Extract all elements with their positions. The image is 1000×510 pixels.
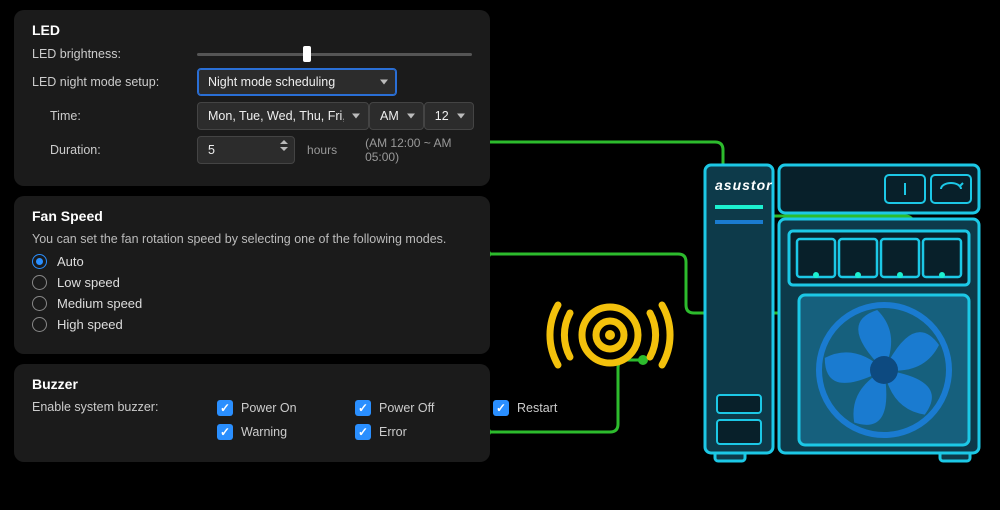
slider-thumb[interactable]	[303, 46, 311, 62]
checkbox-icon: ✓	[217, 400, 233, 416]
duration-unit: hours	[307, 143, 337, 157]
radio-icon	[32, 317, 47, 332]
led-brightness-slider[interactable]	[197, 46, 472, 62]
radio-icon	[32, 254, 47, 269]
buzzer-check-error[interactable]: ✓ Error	[355, 424, 475, 440]
checkbox-icon: ✓	[355, 424, 371, 440]
check-label: Warning	[241, 425, 287, 439]
nas-device: asustor	[705, 165, 979, 461]
fan-panel: Fan Speed You can set the fan rotation s…	[14, 196, 490, 354]
buzzer-check-power-on[interactable]: ✓ Power On	[217, 400, 337, 416]
slider-track	[197, 53, 472, 56]
stepper-arrows[interactable]	[280, 140, 288, 151]
chevron-down-icon	[280, 147, 288, 151]
fan-title: Fan Speed	[32, 208, 472, 224]
duration-hint: (AM 12:00 ~ AM 05:00)	[365, 136, 472, 164]
hour-value: 12	[435, 109, 449, 123]
led-brightness-label: LED brightness:	[32, 47, 197, 61]
fan-option-auto[interactable]: Auto	[32, 254, 472, 269]
buzzer-enable-label: Enable system buzzer:	[32, 400, 217, 414]
led-panel: LED LED brightness: LED night mode setup…	[14, 10, 490, 186]
fan-option-label: Auto	[57, 254, 84, 269]
fan-option-high[interactable]: High speed	[32, 317, 472, 332]
check-label: Error	[379, 425, 407, 439]
fan-desc: You can set the fan rotation speed by se…	[32, 232, 472, 246]
fan-option-label: Low speed	[57, 275, 120, 290]
checkbox-icon: ✓	[355, 400, 371, 416]
chevron-down-icon	[457, 114, 465, 119]
fan-option-low[interactable]: Low speed	[32, 275, 472, 290]
chevron-up-icon	[280, 140, 288, 144]
radio-icon	[32, 296, 47, 311]
buzzer-panel: Buzzer Enable system buzzer: ✓ Power On …	[14, 364, 490, 462]
buzzer-check-warning[interactable]: ✓ Warning	[217, 424, 337, 440]
duration-label: Duration:	[32, 143, 197, 157]
chevron-down-icon	[407, 114, 415, 119]
check-label: Power Off	[379, 401, 434, 415]
brand-text: asustor	[715, 177, 773, 193]
ampm-select[interactable]: AM	[369, 102, 424, 130]
chevron-down-icon	[352, 114, 360, 119]
check-label: Power On	[241, 401, 297, 415]
buzzer-title: Buzzer	[32, 376, 472, 392]
fan-option-medium[interactable]: Medium speed	[32, 296, 472, 311]
radio-icon	[32, 275, 47, 290]
days-select[interactable]: Mon, Tue, Wed, Thu, Fri, Sat, Sun	[197, 102, 369, 130]
checkbox-icon: ✓	[217, 424, 233, 440]
led-title: LED	[32, 22, 472, 38]
device-illustration: asustor	[490, 10, 1000, 510]
led-night-mode-label: LED night mode setup:	[32, 75, 197, 89]
night-mode-value: Night mode scheduling	[208, 75, 335, 89]
night-mode-select[interactable]: Night mode scheduling	[197, 68, 397, 96]
buzzer-icon	[550, 305, 670, 365]
chevron-down-icon	[380, 80, 388, 85]
time-label: Time:	[32, 109, 197, 123]
days-value: Mon, Tue, Wed, Thu, Fri, Sat, Sun	[208, 109, 344, 123]
fan-option-label: Medium speed	[57, 296, 142, 311]
fan-option-label: High speed	[57, 317, 123, 332]
hour-select[interactable]: 12	[424, 102, 474, 130]
ampm-value: AM	[380, 109, 399, 123]
duration-stepper[interactable]: 5	[197, 136, 295, 164]
buzzer-check-power-off[interactable]: ✓ Power Off	[355, 400, 475, 416]
duration-value: 5	[208, 143, 215, 157]
